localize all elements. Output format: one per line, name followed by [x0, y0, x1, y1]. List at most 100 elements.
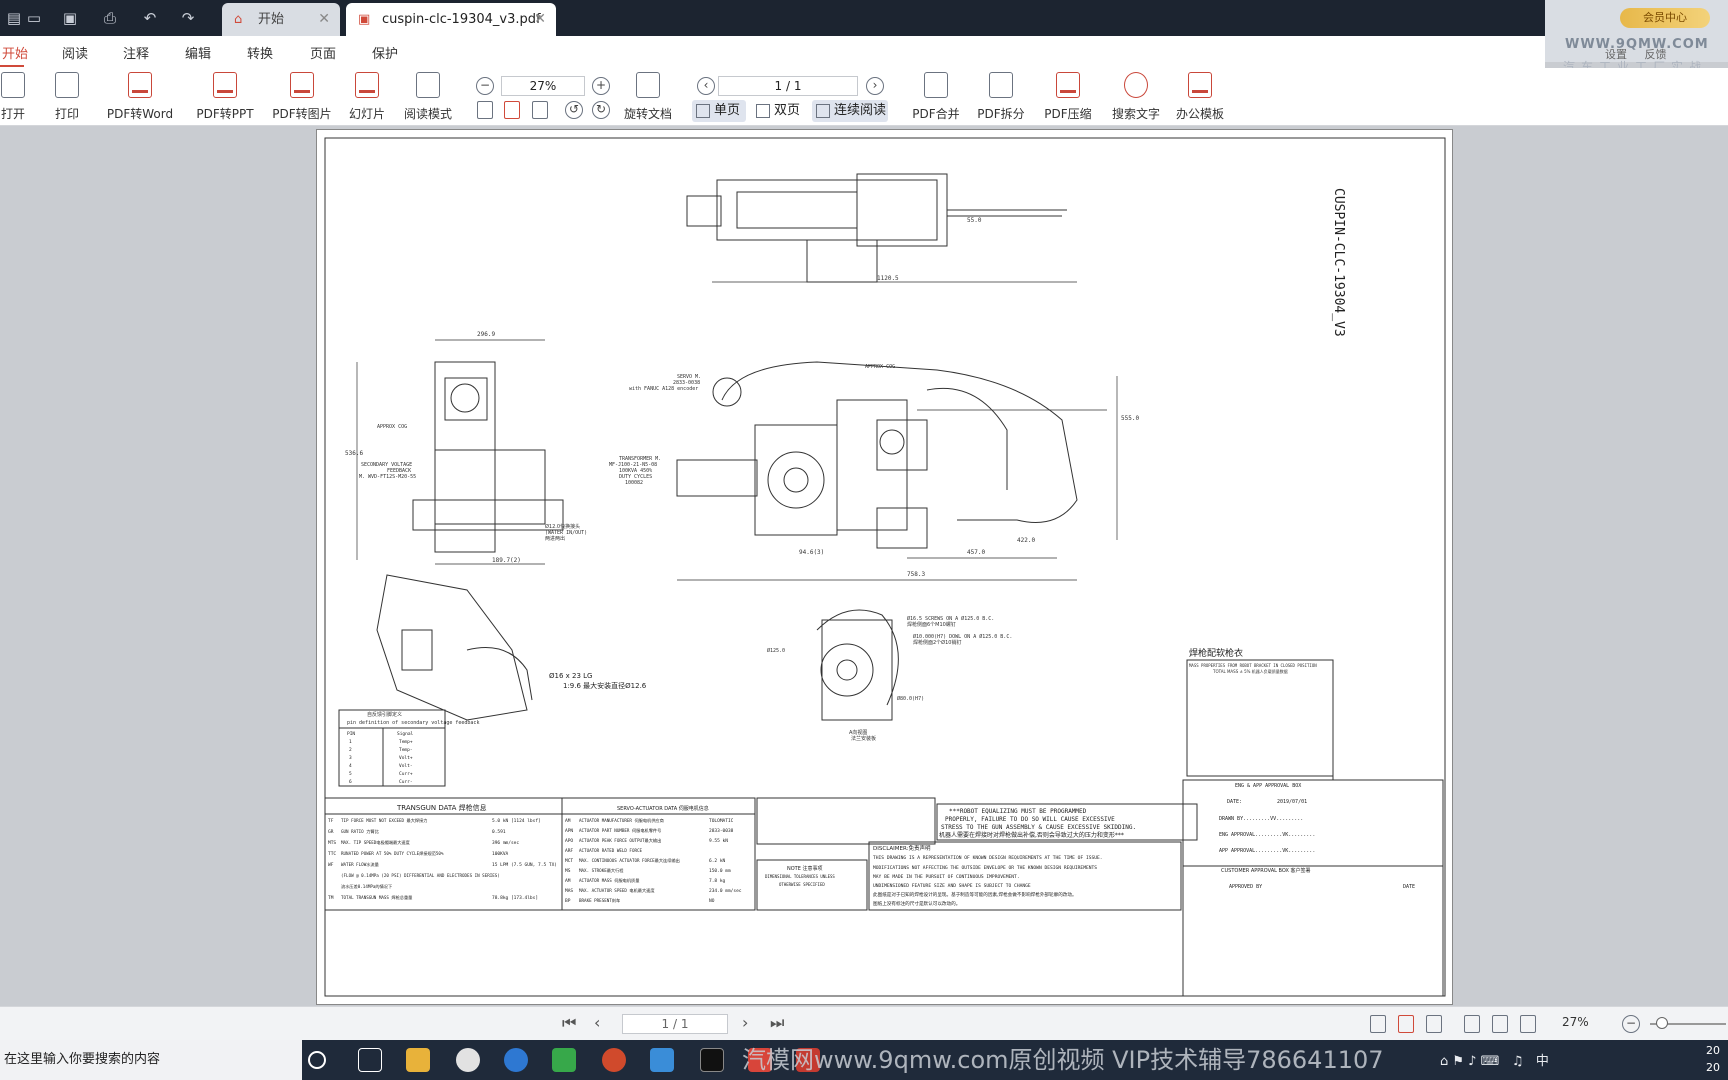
cortana-icon[interactable] [308, 1051, 326, 1069]
pdf-split-button[interactable]: PDF拆分 [975, 70, 1027, 124]
open-button[interactable]: 打开 [0, 70, 26, 124]
save-icon[interactable]: ▣ [60, 8, 80, 28]
menu-annotate[interactable]: 注释 [123, 43, 149, 62]
tab-document[interactable]: ▣ cuspin-clc-19304_v3.pdf ✕ [346, 3, 556, 36]
pdf-compress-button[interactable]: PDF压缩 [1042, 70, 1094, 124]
app-approval: APP APPROVAL.........VK......... [1219, 848, 1315, 854]
rotate-document-button[interactable]: 旋转文档 [622, 70, 674, 124]
powerpoint-icon[interactable] [602, 1048, 626, 1072]
rotate-right-icon[interactable]: ↻ [592, 101, 610, 119]
robot-note2: PROPERLY, FAILURE TO DO SO WILL CAUSE EX… [945, 816, 1115, 823]
pdf-icon: ▣ [358, 12, 371, 27]
video-watermark: 汽模网www.9qmw.com原创视频 VIP技术辅导786641107 [742, 1046, 1384, 1074]
redo-icon[interactable]: ↷ [178, 8, 198, 28]
file-explorer-icon[interactable] [406, 1048, 430, 1072]
pdf-to-image-button[interactable]: PDF转图片 [270, 70, 334, 124]
clock[interactable]: 20 20 [1706, 1042, 1728, 1076]
servo-row-value: 234.0 mm/sec [709, 888, 742, 894]
pdf-to-word-button[interactable]: PDF转Word [104, 70, 176, 124]
app-menu-icon[interactable]: ▤ [4, 8, 24, 28]
zoom-out-icon[interactable]: − [1622, 1015, 1640, 1033]
continuous-icon[interactable] [1492, 1015, 1508, 1033]
continuous-read-button[interactable]: 连续阅读 [812, 100, 888, 122]
transgun-row-label: WATER FLOW水流量 [341, 861, 379, 868]
book-icon [416, 72, 440, 98]
date-2: DATE [1403, 884, 1415, 890]
view-a2-label: 法兰安装板 [851, 735, 876, 742]
eng-approval-title: ENG & APP APPROVAL BOX [1235, 783, 1301, 789]
slideshow-icon [355, 72, 379, 98]
print-icon[interactable]: ⎙ [100, 8, 120, 28]
taskbar-search[interactable]: 在这里输入你要搜索的内容 [0, 1040, 302, 1080]
undo-icon[interactable]: ↶ [140, 8, 160, 28]
slideshow-button[interactable]: 幻灯片 [346, 70, 388, 124]
menu-edit[interactable]: 编辑 [185, 43, 211, 62]
vip-center-button[interactable]: 会员中心 [1620, 8, 1710, 28]
volume-icon[interactable]: ♫ [1512, 1054, 1524, 1069]
dowel-note: Ø10.000(H7) DOWL ON A Ø125.0 B.C. [913, 633, 1012, 640]
open-folder-icon[interactable]: ▭ [24, 8, 44, 28]
document-viewer[interactable]: CUSPIN-CLC-19304_V3 1120.5 55.0 296.9 53… [0, 126, 1728, 1006]
task-view-icon[interactable] [358, 1048, 382, 1072]
zoom-out-icon[interactable]: − [476, 77, 494, 95]
app-box-icon[interactable] [650, 1048, 674, 1072]
note-line2: OTHERWISE SPECIFIED [779, 882, 825, 887]
fit-page-icon[interactable] [1398, 1015, 1414, 1033]
servo-title: SERVO-ACTUATOR DATA 伺服电机信息 [617, 805, 709, 812]
menu-read[interactable]: 阅读 [62, 43, 88, 62]
print-button[interactable]: 打印 [50, 70, 84, 124]
close-icon[interactable]: ✕ [534, 3, 546, 36]
single-page-button[interactable]: 单页 [692, 100, 746, 122]
zoom-level[interactable]: 27% [1562, 1015, 1589, 1029]
next-page-icon[interactable]: › [742, 1013, 748, 1032]
bottom-navigation: ⏮ ‹ 1 / 1 › ⏭ 27% − [0, 1006, 1728, 1040]
menu-start[interactable]: 开始 [2, 43, 28, 62]
robot-note: ***ROBOT EQUALIZING MUST BE PROGRAMMED [949, 808, 1087, 815]
page-number-input[interactable]: 1 / 1 [622, 1014, 728, 1034]
menu-convert[interactable]: 转换 [247, 43, 273, 62]
office-template-button[interactable]: 办公模板 [1174, 70, 1226, 124]
search-icon [1124, 72, 1148, 98]
rotate-left-icon[interactable]: ↺ [565, 101, 583, 119]
menu-protect[interactable]: 保护 [372, 43, 398, 62]
double-page-button[interactable]: 双页 [752, 100, 802, 122]
actual-size-icon[interactable] [1370, 1015, 1386, 1033]
pin-row-cell: 2 [349, 747, 352, 753]
app-k-icon[interactable] [504, 1048, 528, 1072]
servo-row-value: NO [709, 898, 715, 904]
double-page-icon[interactable] [1520, 1015, 1536, 1033]
network-icon[interactable]: ⌂ ⚑ ♪ ⌨ [1440, 1054, 1499, 1069]
merge-icon [924, 72, 948, 98]
next-page-icon[interactable]: › [866, 77, 884, 95]
pdf-merge-button[interactable]: PDF合并 [910, 70, 962, 124]
search-text-button[interactable]: 搜索文字 [1110, 70, 1162, 124]
menu-page[interactable]: 页面 [310, 43, 336, 62]
tab-start[interactable]: ⌂ 开始 ✕ [222, 3, 340, 36]
fit-page-icon[interactable] [504, 101, 520, 119]
servo-row-code: APO [565, 838, 573, 844]
camtasia-icon[interactable] [552, 1048, 576, 1072]
app-dark-icon[interactable] [700, 1048, 724, 1072]
fit-width-icon[interactable] [1426, 1015, 1442, 1033]
read-mode-button[interactable]: 阅读模式 [402, 70, 454, 124]
actual-size-icon[interactable] [477, 101, 493, 119]
approx-cog-side-label: APPROX COG [377, 424, 407, 430]
pdf-to-ppt-button[interactable]: PDF转PPT [194, 70, 256, 124]
zoom-in-icon[interactable]: + [592, 77, 610, 95]
last-page-icon[interactable]: ⏭ [770, 1013, 784, 1033]
single-page-icon[interactable] [1464, 1015, 1480, 1033]
prev-page-icon[interactable]: ‹ [697, 77, 715, 95]
transgun-row-value: 100KVA [492, 851, 509, 857]
fit-width-icon[interactable] [532, 101, 548, 119]
page-input[interactable]: 1 / 1 [718, 76, 858, 96]
dowel-cn: 焊枪侧面2个Ø10销钉 [913, 639, 961, 646]
close-icon[interactable]: ✕ [318, 3, 330, 36]
chrome-icon[interactable] [456, 1048, 480, 1072]
zoom-slider-handle[interactable] [1656, 1017, 1668, 1029]
first-page-icon[interactable]: ⏮ [562, 1013, 576, 1033]
prev-page-icon[interactable]: ‹ [594, 1013, 600, 1032]
office-template-label: 办公模板 [1175, 107, 1224, 121]
zoom-select[interactable]: 27% [501, 76, 585, 96]
disclaimer-line4: UNDIMENSIONED FEATURE SIZE AND SHAPE IS … [873, 883, 1031, 889]
ime-indicator[interactable]: 中 [1536, 1054, 1549, 1069]
